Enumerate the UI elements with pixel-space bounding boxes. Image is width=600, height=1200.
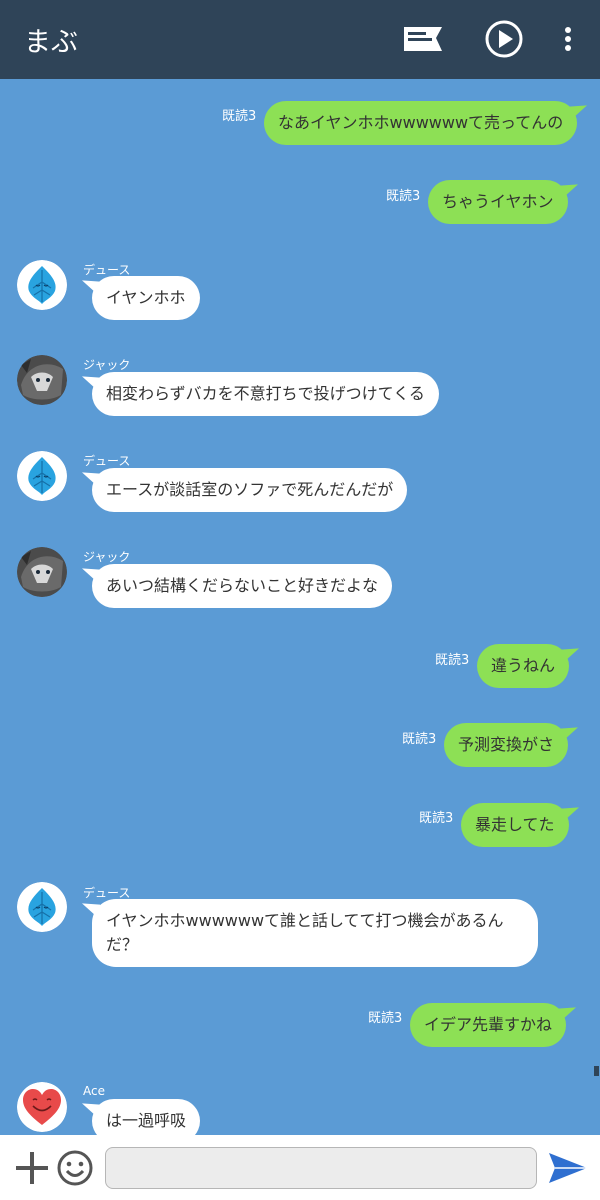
chat-title: まぶ (24, 27, 78, 58)
incoming-message[interactable]: エースが談話室のソファで死んだんだが (92, 468, 408, 512)
blue-leaf-avatar[interactable] (17, 260, 67, 310)
outgoing-message[interactable]: なあイヤンホホwwwwwwて売ってんの (264, 101, 578, 145)
read-receipt: 既読3 (386, 189, 421, 204)
heart-avatar[interactable] (17, 1082, 67, 1132)
plus-icon[interactable] (14, 1150, 50, 1186)
sender-name: Ace (83, 1084, 105, 1098)
message-icon[interactable] (403, 26, 443, 52)
more-vertical-icon[interactable] (560, 19, 576, 59)
outgoing-message[interactable]: 暴走してた (461, 803, 569, 847)
outgoing-message[interactable]: イデア先輩すかね (410, 1003, 567, 1047)
emoji-icon[interactable] (56, 1149, 94, 1187)
send-icon[interactable] (547, 1151, 589, 1185)
read-receipt: 既読3 (222, 109, 257, 124)
outgoing-message[interactable]: ちゃうイヤホン (428, 180, 568, 224)
incoming-message[interactable]: 相変わらずバカを不意打ちで投げつけてくる (92, 372, 439, 416)
sender-name: ジャック (83, 358, 131, 372)
blue-leaf-avatar[interactable] (17, 882, 67, 932)
message-composer (0, 1135, 600, 1200)
incoming-message[interactable]: イヤンホホwwwwwwて誰と話してて打つ機会があるんだ？ (92, 899, 538, 967)
sender-name: デュース (83, 454, 131, 468)
chat-header: まぶ (0, 0, 600, 79)
outgoing-message[interactable]: 違うねん (477, 644, 570, 688)
read-receipt: 既読3 (368, 1011, 403, 1026)
incoming-message[interactable]: イヤンホホ (92, 276, 200, 320)
read-receipt: 既読3 (435, 653, 470, 668)
play-icon[interactable] (484, 19, 524, 59)
outgoing-message[interactable]: 予測変換がさ (444, 723, 569, 767)
wolf-avatar[interactable] (17, 355, 67, 405)
read-receipt: 既読3 (402, 732, 437, 747)
scroll-indicator[interactable] (594, 1066, 599, 1076)
blue-leaf-avatar[interactable] (17, 451, 67, 501)
incoming-message[interactable]: は一過呼吸 (92, 1099, 201, 1135)
sender-name: ジャック (83, 550, 131, 564)
read-receipt: 既読3 (419, 811, 454, 826)
message-input[interactable] (105, 1147, 537, 1189)
wolf-avatar[interactable] (17, 547, 67, 597)
message-list[interactable]: 既読3 なあイヤンホホwwwwwwて売ってんの 既読3 ちゃうイヤホン デュース… (0, 79, 600, 1135)
incoming-message[interactable]: あいつ結構くだらないこと好きだよな (92, 564, 393, 608)
